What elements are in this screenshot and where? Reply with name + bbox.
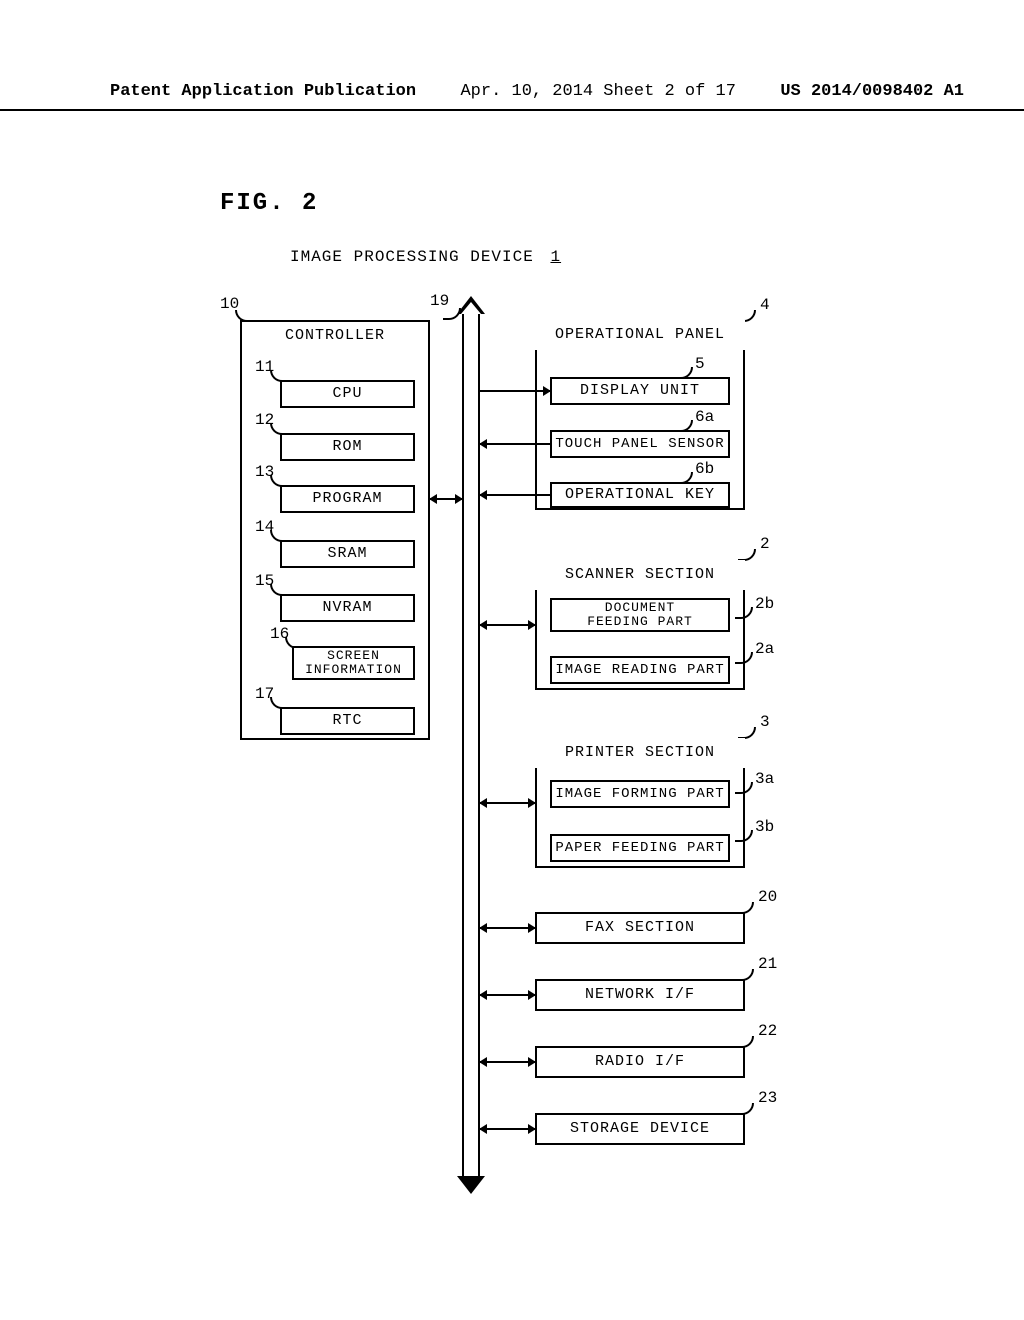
conn-controller (430, 498, 462, 500)
ref-op-panel: 4 (760, 296, 770, 314)
ref-img-read: 2a (755, 640, 774, 658)
screen-info-block: SCREEN INFORMATION (292, 646, 415, 680)
net-if-block: NETWORK I/F (535, 979, 745, 1011)
device-title-text: IMAGE PROCESSING DEVICE (290, 248, 534, 266)
conn-scanner (480, 624, 535, 626)
header-doc-number: US 2014/0098402 A1 (780, 82, 964, 101)
doc-feed-block: DOCUMENT FEEDING PART (550, 598, 730, 632)
ref-touch-sensor: 6a (695, 408, 714, 426)
ref-printer: 3 (760, 713, 770, 731)
ref-display-unit: 5 (695, 355, 705, 373)
cpu-block: CPU (280, 380, 415, 408)
op-panel-title: OPERATIONAL PANEL (535, 320, 745, 350)
ref-fax: 20 (758, 888, 777, 906)
ref-scanner: 2 (760, 535, 770, 553)
page-header: Patent Application Publication Apr. 10, … (0, 82, 1024, 111)
sram-block: SRAM (280, 540, 415, 568)
scanner-title: SCANNER SECTION (535, 560, 745, 590)
ref-paper-feed: 3b (755, 818, 774, 836)
figure-label: FIG. 2 (220, 190, 318, 217)
rom-block: ROM (280, 433, 415, 461)
op-key-block: OPERATIONAL KEY (550, 482, 730, 508)
ref-doc-feed: 2b (755, 595, 774, 613)
img-read-block: IMAGE READING PART (550, 656, 730, 684)
ref-img-form: 3a (755, 770, 774, 788)
conn-fax (480, 927, 535, 929)
leader-img-read (735, 652, 753, 664)
conn-touch (480, 443, 550, 445)
storage-block: STORAGE DEVICE (535, 1113, 745, 1145)
touch-sensor-block: TOUCH PANEL SENSOR (550, 430, 730, 458)
rtc-block: RTC (280, 707, 415, 735)
block-diagram: 19 CONTROLLER 10 11 CPU 12 ROM 13 PROGRA… (230, 310, 830, 1200)
printer-title: PRINTER SECTION (535, 738, 745, 768)
display-unit-block: DISPLAY UNIT (550, 377, 730, 405)
conn-radio (480, 1061, 535, 1063)
ref-storage: 23 (758, 1089, 777, 1107)
conn-printer (480, 802, 535, 804)
nvram-block: NVRAM (280, 594, 415, 622)
ref-net-if: 21 (758, 955, 777, 973)
leader-controller (235, 310, 253, 322)
device-title: IMAGE PROCESSING DEVICE 1 (290, 248, 561, 266)
leader-img-form (735, 782, 753, 794)
conn-opkey (480, 494, 550, 496)
system-bus (462, 310, 480, 1180)
leader-doc-feed (735, 607, 753, 619)
header-publication: Patent Application Publication (110, 82, 416, 101)
conn-net (480, 994, 535, 996)
ref-op-key: 6b (695, 460, 714, 478)
leader-bus (443, 308, 461, 320)
fax-block: FAX SECTION (535, 912, 745, 944)
header-date-sheet: Apr. 10, 2014 Sheet 2 of 17 (460, 82, 735, 101)
program-block: PROGRAM (280, 485, 415, 513)
leader-paper-feed (735, 830, 753, 842)
conn-display (480, 390, 550, 392)
ref-radio-if: 22 (758, 1022, 777, 1040)
conn-storage (480, 1128, 535, 1130)
device-ref-num: 1 (550, 248, 561, 266)
paper-feed-block: PAPER FEEDING PART (550, 834, 730, 862)
radio-if-block: RADIO I/F (535, 1046, 745, 1078)
img-form-block: IMAGE FORMING PART (550, 780, 730, 808)
